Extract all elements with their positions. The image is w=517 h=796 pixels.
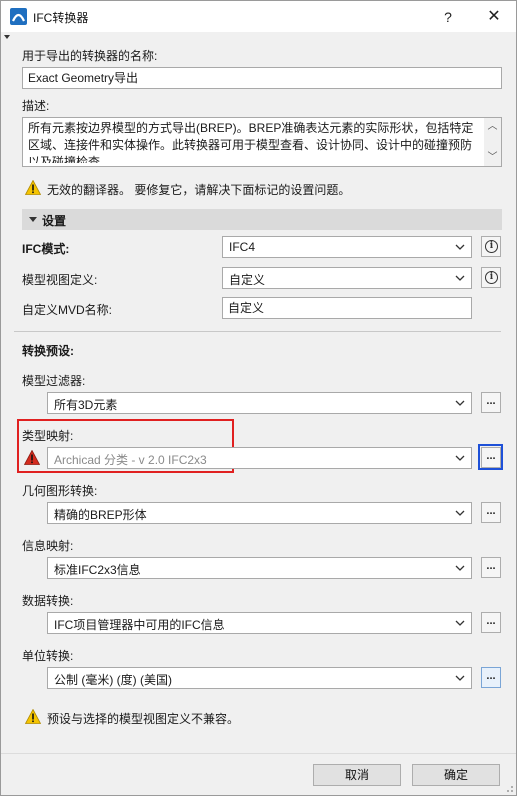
ok-button[interactable]: 确定	[412, 764, 500, 786]
chevron-down-icon	[455, 675, 465, 681]
chevron-down-icon	[455, 510, 465, 516]
settings-section-header[interactable]: 设置	[22, 209, 502, 230]
type-mapping-value: Archicad 分类 - v 2.0 IFC2x3	[54, 453, 207, 467]
ifc-mode-label: IFC模式:	[22, 242, 70, 256]
error-icon	[24, 450, 40, 465]
description-label: 描述:	[22, 99, 50, 113]
warning-icon	[25, 180, 41, 195]
description-text: 所有元素按边界模型的方式导出(BREP)。BREP准确表达元素的实际形状，包括特…	[28, 121, 474, 163]
resize-grip-icon[interactable]	[504, 783, 514, 793]
data-conversion-value: IFC项目管理器中可用的IFC信息	[54, 618, 225, 632]
settings-header-label: 设置	[42, 214, 67, 228]
translator-name-input[interactable]: Exact Geometry导出	[22, 67, 502, 89]
type-mapping-browse-button[interactable]: ...	[481, 447, 501, 468]
property-mapping-browse-button[interactable]: ...	[481, 557, 501, 578]
chevron-down-icon	[455, 620, 465, 626]
ifc-translator-dialog: IFC转换器 ? ✕ 用于导出的转换器的名称: Exact Geometry导出…	[0, 0, 517, 796]
model-filter-dropdown[interactable]: 所有3D元素	[47, 392, 472, 414]
unit-conversion-dropdown[interactable]: 公制 (毫米) (度) (美国)	[47, 667, 472, 689]
archicad-app-icon	[10, 8, 27, 25]
unit-conversion-value: 公制 (毫米) (度) (美国)	[54, 673, 172, 687]
model-filter-browse-button[interactable]: ...	[481, 392, 501, 413]
ifc-mode-dropdown[interactable]: IFC4	[222, 236, 472, 258]
unit-conversion-label: 单位转换:	[22, 649, 74, 663]
title-bar: IFC转换器 ? ✕	[1, 1, 516, 32]
ifc-mode-info-button[interactable]: i	[481, 236, 501, 257]
geometry-conversion-label: 几何图形转换:	[22, 484, 98, 498]
presets-title: 转换预设:	[22, 344, 74, 358]
scroll-down-icon[interactable]: ﹀	[484, 149, 501, 166]
model-filter-label: 模型过滤器:	[22, 374, 86, 388]
chevron-down-icon	[455, 455, 465, 461]
invalid-translator-warning: 无效的翻译器。 要修复它，请解决下面标记的设置问题。	[47, 183, 351, 197]
chevron-down-icon	[455, 565, 465, 571]
model-view-label: 模型视图定义:	[22, 273, 98, 287]
model-view-dropdown[interactable]: 自定义	[222, 267, 472, 289]
description-textarea[interactable]: 所有元素按边界模型的方式导出(BREP)。BREP准确表达元素的实际形状，包括特…	[22, 117, 502, 167]
custom-mvd-label: 自定义MVD名称:	[22, 303, 113, 317]
description-scrollbar[interactable]: ︿ ﹀	[484, 118, 501, 166]
property-mapping-dropdown[interactable]: 标准IFC2x3信息	[47, 557, 472, 579]
translator-name-label: 用于导出的转换器的名称:	[22, 49, 158, 63]
close-button[interactable]: ✕	[484, 7, 504, 27]
geometry-conversion-browse-button[interactable]: ...	[481, 502, 501, 523]
type-mapping-label: 类型映射:	[22, 429, 74, 443]
property-mapping-label: 信息映射:	[22, 539, 74, 553]
property-mapping-value: 标准IFC2x3信息	[54, 563, 141, 577]
scroll-up-icon[interactable]: ︿	[484, 118, 501, 135]
info-icon: i	[485, 240, 498, 253]
geometry-conversion-dropdown[interactable]: 精确的BREP形体	[47, 502, 472, 524]
cancel-button[interactable]: 取消	[313, 764, 401, 786]
chevron-down-icon	[455, 400, 465, 406]
ifc-mode-value: IFC4	[229, 240, 256, 254]
info-icon: i	[485, 271, 498, 284]
geometry-conversion-value: 精确的BREP形体	[54, 508, 147, 522]
custom-mvd-input[interactable]: 自定义	[222, 297, 472, 319]
model-view-value: 自定义	[229, 273, 266, 287]
warning-icon	[25, 709, 41, 724]
data-conversion-browse-button[interactable]: ...	[481, 612, 501, 633]
incompatible-preset-warning: 预设与选择的模型视图定义不兼容。	[47, 712, 240, 726]
model-filter-value: 所有3D元素	[54, 398, 118, 412]
collapse-marker-icon	[4, 35, 10, 39]
data-conversion-label: 数据转换:	[22, 594, 74, 608]
footer-divider	[1, 753, 516, 754]
section-divider	[14, 331, 501, 332]
data-conversion-dropdown[interactable]: IFC项目管理器中可用的IFC信息	[47, 612, 472, 634]
type-mapping-dropdown[interactable]: Archicad 分类 - v 2.0 IFC2x3	[47, 447, 472, 469]
chevron-down-icon	[455, 244, 465, 250]
model-view-info-button[interactable]: i	[481, 267, 501, 288]
unit-conversion-browse-button[interactable]: ...	[481, 667, 501, 688]
help-button[interactable]: ?	[438, 7, 458, 27]
chevron-down-icon	[455, 275, 465, 281]
window-title: IFC转换器	[33, 11, 89, 25]
expand-triangle-icon	[29, 217, 37, 222]
